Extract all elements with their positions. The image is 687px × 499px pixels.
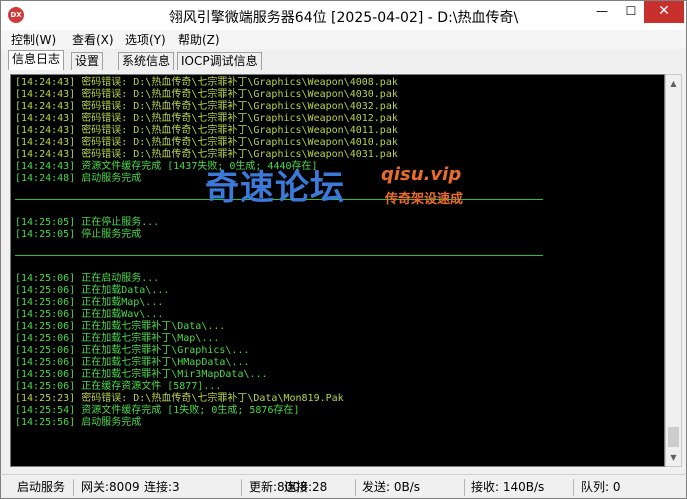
log-line: [14:25:06] 正在加载七宗罪补丁\Graphics\... [15,345,250,356]
minimize-button[interactable]: — [588,1,616,23]
log-line: [14:25:06] 正在加载七宗罪补丁\HMapData\... [15,357,250,368]
log-line: [14:24:43] 密码错误: D:\热血传奇\七宗罪补丁\Graphics\… [15,113,398,124]
menu-view[interactable]: 查看(X) [72,31,114,48]
status-divider [241,479,242,496]
status-send: 发送: 0B/s [362,480,421,494]
scroll-up-icon[interactable]: ▲ [666,75,681,92]
window-title: 翎风引擎微端服务器64位 [2025-04-02] - D:\热血传奇\ [168,10,519,26]
status-divider [464,479,465,496]
scroll-down-icon[interactable]: ▼ [666,449,681,466]
maximize-button[interactable]: ☐ [617,1,645,23]
log-line: [14:25:23] 密码错误: D:\热血传奇\七宗罪补丁\Data\Mon8… [15,393,344,404]
log-line: [14:24:43] 密码错误: D:\热血传奇\七宗罪补丁\Graphics\… [15,89,398,100]
tab-system-info[interactable]: 系统信息 [118,52,175,70]
status-divider [73,479,74,496]
status-bar: 启动服务 网关:8009 连接:3 更新:8008 连接:28 发送: 0B/s… [0,474,687,499]
menu-bar: 控制(W) 查看(X) 选项(Y) 帮助(Z) [0,30,687,49]
status-gateway-connections: 连接:3 [144,480,180,494]
title-bar: DX 翎风引擎微端服务器64位 [2025-04-02] - D:\热血传奇\ … [0,0,687,30]
log-line: [14:25:06] 正在加载七宗罪补丁\Map\... [15,333,220,344]
tab-strip: 信息日志 设置 系统信息 IOCP调试信息 [0,49,687,70]
watermark-subtitle: 传奇架设速成 [385,192,464,207]
log-line: [14:24:43] 密码错误: D:\热血传奇\七宗罪补丁\Graphics\… [15,101,398,112]
status-receive: 接收: 140B/s [471,480,545,494]
log-line: [14:24:48] 启动服务完成 [15,173,142,184]
status-update-connections: 连接:28 [284,480,328,494]
menu-control[interactable]: 控制(W) [11,31,56,48]
status-gateway: 网关:8009 [81,480,140,494]
log-view[interactable]: [14:24:43] 密码错误: D:\热血传奇\七宗罪补丁\Graphics\… [10,74,665,467]
tab-iocp-debug[interactable]: IOCP调试信息 [177,52,262,70]
status-divider [573,479,574,496]
status-service: 启动服务 [17,480,66,494]
log-scrollbar[interactable]: ▲ ▼ [665,74,682,467]
log-line: [14:25:54] 资源文件缓存完成 [1失败; 0生成; 5876存在] [15,405,300,416]
watermark: 奇速论坛 qisu.vip 传奇架设速成 [205,160,495,210]
log-line: [14:24:43] 密码错误: D:\热血传奇\七宗罪补丁\Graphics\… [15,125,398,136]
scroll-thumb[interactable] [668,427,679,447]
log-line: [14:25:06] 正在加载Data\... [15,285,170,296]
tab-settings[interactable]: 设置 [71,52,104,70]
log-line: [14:25:05] 停止服务完成 [15,229,142,240]
log-line: [14:25:06] 正在加载七宗罪补丁\Mir3MapData\... [15,369,268,380]
log-line: [14:24:43] 密码错误: D:\热血传奇\七宗罪补丁\Graphics\… [15,137,398,148]
tab-info-log[interactable]: 信息日志 [8,50,65,70]
status-queue: 队列: 0 [581,480,621,494]
log-line: [14:25:06] 正在加载Wav\... [15,309,164,320]
log-line: [14:25:06] 正在启动服务... [15,273,160,284]
log-line: [14:25:06] 正在缓存资源文件 [5877]... [15,381,222,392]
watermark-title: 奇速论坛 [205,168,345,208]
tab-panel: [14:24:43] 密码错误: D:\热血传奇\七宗罪补丁\Graphics\… [0,70,687,474]
menu-options[interactable]: 选项(Y) [125,31,166,48]
menu-help[interactable]: 帮助(Z) [178,31,220,48]
log-line: [14:24:43] 密码错误: D:\热血传奇\七宗罪补丁\Graphics\… [15,77,398,88]
log-line: [14:25:06] 正在加载七宗罪补丁\Data\... [15,321,226,332]
log-line: [14:25:05] 正在停止服务... [15,217,160,228]
log-separator [15,255,543,256]
close-button[interactable]: ✕ [644,1,684,23]
status-divider [355,479,356,496]
watermark-url: qisu.vip [381,164,462,185]
log-line: [14:25:06] 正在加载Map\... [15,297,164,308]
log-line: [14:25:56] 启动服务完成 [15,417,142,428]
